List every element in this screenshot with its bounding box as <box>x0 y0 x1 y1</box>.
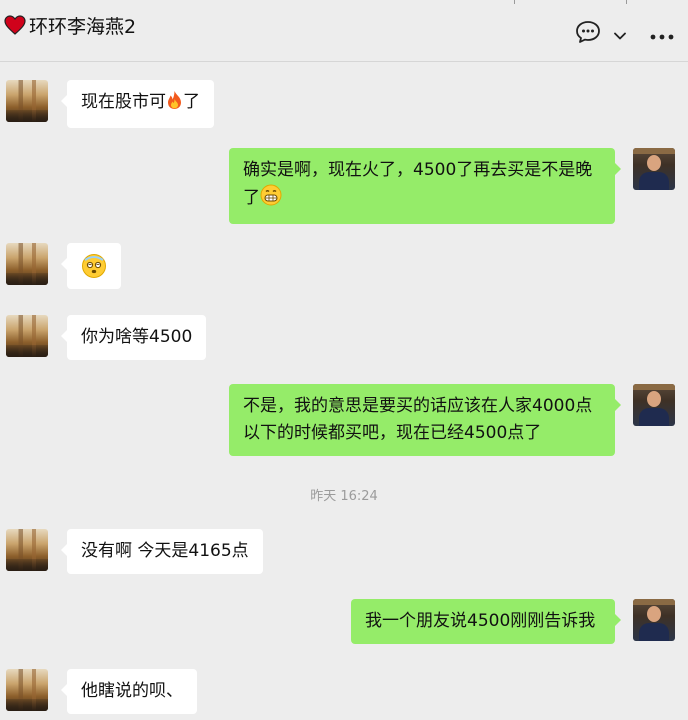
message-bubble-received[interactable]: 没有啊 今天是4165点 <box>61 529 263 574</box>
window-edge-mark <box>626 0 627 4</box>
contact-avatar[interactable] <box>6 243 48 285</box>
window-edge-mark <box>514 0 515 4</box>
chat-header: 环环李海燕2 <box>0 0 688 62</box>
chevron-down-icon <box>614 25 626 44</box>
contact-avatar[interactable] <box>6 80 48 122</box>
message-bubble-sent[interactable]: 确实是啊，现在火了，4500了再去买是不是晚 了 <box>229 148 621 224</box>
message-text: 没有啊 今天是4165点 <box>81 541 249 561</box>
message-text: 现在股市可 <box>81 92 166 112</box>
chat-title: 环环李海燕2 <box>29 16 137 38</box>
contact-avatar[interactable] <box>6 315 48 357</box>
heart-icon <box>4 15 26 39</box>
message-text-suffix: 了 <box>183 92 200 112</box>
message-text: 你为啥等4500 <box>81 327 193 347</box>
message-timestamp: 昨天 16:24 <box>310 489 378 504</box>
self-avatar[interactable] <box>633 148 675 190</box>
more-button[interactable] <box>648 22 676 46</box>
chat-info-button[interactable] <box>574 20 602 48</box>
message-text: 他瞎说的呗、 <box>81 681 183 701</box>
message-bubble-received[interactable]: 现在股市可了 <box>61 80 214 128</box>
dizzy-face-emoji-icon <box>81 253 107 288</box>
dropdown-button[interactable] <box>610 22 630 46</box>
message-bubble-received[interactable] <box>61 243 121 289</box>
message-text: 我一个朋友说4500刚刚告诉我 <box>365 611 596 631</box>
more-icon <box>650 25 674 44</box>
message-bubble-sent[interactable]: 不是，我的意思是要买的话应该在人家4000点 以下的时候都买吧，现在已经4500… <box>229 384 621 456</box>
contact-avatar[interactable] <box>6 669 48 711</box>
message-bubble-received[interactable]: 他瞎说的呗、 <box>61 669 197 714</box>
message-bubble-sent[interactable]: 我一个朋友说4500刚刚告诉我 <box>351 599 621 644</box>
self-avatar[interactable] <box>633 384 675 426</box>
self-avatar[interactable] <box>633 599 675 641</box>
message-text: 确实是啊，现在火了，4500了再去买是不是晚 <box>243 160 593 180</box>
message-text: 不是，我的意思是要买的话应该在人家4000点 <box>243 396 593 416</box>
contact-avatar[interactable] <box>6 529 48 571</box>
fire-emoji-icon <box>166 90 183 119</box>
chat-bubble-icon <box>575 20 601 48</box>
grin-emoji-icon <box>260 184 282 215</box>
message-bubble-received[interactable]: 你为啥等4500 <box>60 315 207 360</box>
message-list[interactable]: 现在股市可了 确实是啊，现在火了，4500了再去买是不是晚 了 你为啥等4500… <box>0 62 688 720</box>
message-text: 以下的时候都买吧，现在已经4500点了 <box>243 423 542 443</box>
chat-title-row: 环环李海燕2 <box>4 14 136 40</box>
header-actions <box>574 20 676 48</box>
message-text: 了 <box>243 188 260 208</box>
